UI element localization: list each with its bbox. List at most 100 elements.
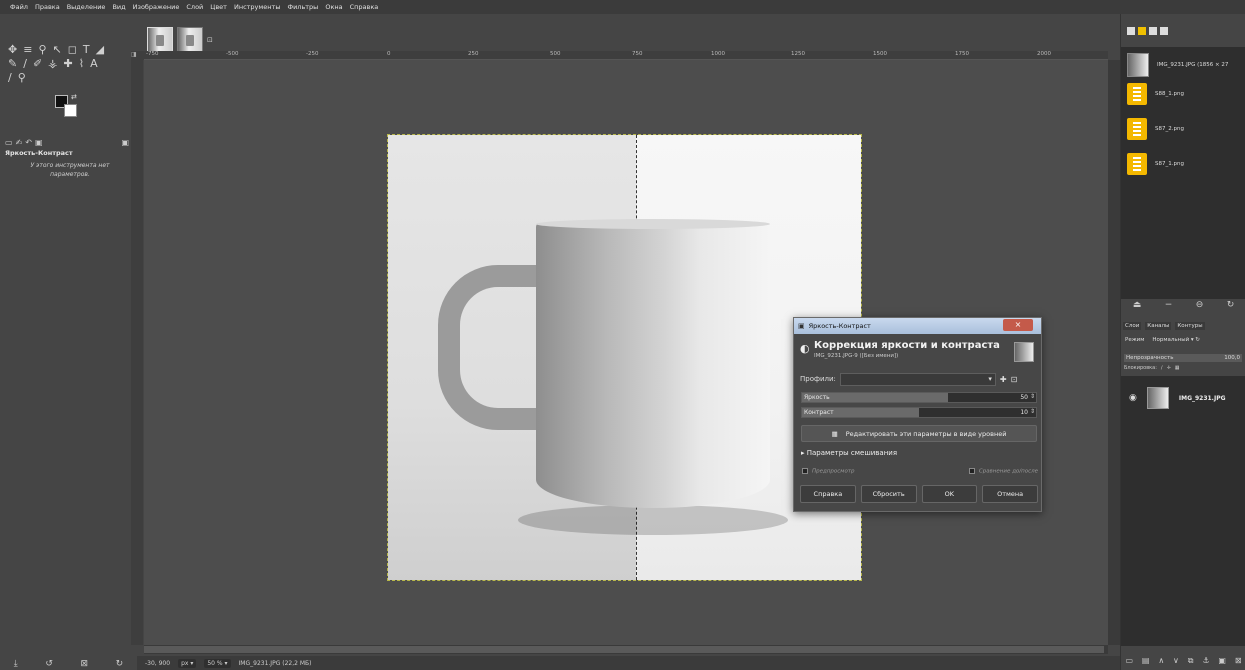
- minus-icon[interactable]: −: [1165, 300, 1173, 314]
- status-bar: -30, 900 px ▾ 50 % ▾ IMG_9231.JPG (22,2 …: [137, 656, 1120, 670]
- unit-select[interactable]: px ▾: [178, 658, 197, 668]
- blending-options-expander[interactable]: ▸ Параметры смешивания: [801, 449, 897, 457]
- image-tab[interactable]: [177, 27, 203, 53]
- ok-button[interactable]: OK: [921, 485, 978, 503]
- rect-select-icon[interactable]: ◻: [68, 44, 77, 56]
- bucket-icon[interactable]: ◢: [96, 44, 104, 56]
- reset-button[interactable]: Сбросить: [860, 485, 917, 503]
- save-options-icon[interactable]: ⤓: [14, 659, 18, 669]
- spin-arrows-icon[interactable]: ⇕: [1030, 408, 1035, 415]
- export-icon[interactable]: ⊖: [1196, 300, 1204, 314]
- clone-icon[interactable]: ⚶: [48, 58, 57, 70]
- contrast-slider[interactable]: Контраст 10 ⇕: [801, 407, 1037, 418]
- zoom-select[interactable]: 50 % ▾: [204, 658, 231, 668]
- brightness-value[interactable]: 50: [1020, 394, 1028, 401]
- tab-layers[interactable]: Слои: [1123, 322, 1142, 330]
- edit-as-levels-button[interactable]: ▦ Редактировать эти параметры в виде уро…: [801, 425, 1037, 442]
- pointer-icon[interactable]: ↖: [53, 44, 62, 56]
- raise-icon[interactable]: ⏏: [1133, 300, 1142, 314]
- text-tool-icon[interactable]: T: [83, 44, 90, 56]
- fg-bg-colors[interactable]: ⇄: [55, 93, 79, 119]
- brushes-tab-icon[interactable]: [1138, 27, 1146, 35]
- background-color[interactable]: [64, 104, 77, 117]
- vertical-scrollbar[interactable]: [1108, 60, 1120, 645]
- patterns-tab-icon[interactable]: [1149, 27, 1157, 35]
- close-button[interactable]: ×: [1003, 319, 1033, 331]
- configure-tab-icon[interactable]: ▣: [121, 138, 129, 147]
- duplicate-icon[interactable]: ⧉: [1188, 656, 1194, 670]
- menu-edit[interactable]: Правка: [35, 3, 60, 11]
- anchor-icon[interactable]: ⚓: [1202, 656, 1209, 670]
- mode-select[interactable]: Нормальный ▾ ↻: [1152, 337, 1200, 343]
- restore-options-icon[interactable]: ↺: [45, 659, 53, 669]
- images-tab-icon[interactable]: ▣: [35, 138, 43, 147]
- refresh-icon[interactable]: ↻: [1227, 300, 1235, 314]
- warp-icon[interactable]: ⌇: [79, 58, 84, 70]
- menu-windows[interactable]: Окна: [325, 3, 342, 11]
- menu-file[interactable]: Файл: [10, 3, 28, 11]
- tool-options-tab-icon[interactable]: ▭: [5, 138, 13, 147]
- tab-paths[interactable]: Контуры: [1175, 322, 1205, 330]
- airbrush-icon[interactable]: ✐: [33, 58, 42, 70]
- lock-alpha-icon[interactable]: ▦: [1175, 365, 1180, 371]
- tab-channels[interactable]: Каналы: [1145, 322, 1172, 330]
- new-group-icon[interactable]: ▤: [1142, 656, 1150, 670]
- help-button[interactable]: Справка: [800, 485, 856, 503]
- new-layer-icon[interactable]: ▭: [1125, 656, 1133, 670]
- preview-checkbox[interactable]: Предпросмотр: [802, 468, 855, 475]
- paintbrush-icon[interactable]: ✎: [8, 58, 17, 70]
- align-tool-icon[interactable]: ≡: [23, 44, 32, 56]
- opacity-slider[interactable]: Непрозрачность 100,0: [1124, 354, 1242, 362]
- dialog-titlebar[interactable]: ▣ Яркость-Контраст ×: [794, 318, 1041, 334]
- tab-menu-icon[interactable]: ⊡: [207, 36, 213, 44]
- image-tab-active[interactable]: [147, 27, 173, 53]
- profiles-select[interactable]: ▾: [839, 372, 996, 386]
- horizontal-scrollbar[interactable]: [144, 645, 1108, 654]
- add-profile-icon[interactable]: ✚: [1000, 375, 1007, 384]
- image-preview[interactable]: [387, 134, 862, 581]
- delete-options-icon[interactable]: ⊠: [81, 659, 89, 669]
- cancel-button[interactable]: Отмена: [982, 485, 1038, 503]
- profile-menu-icon[interactable]: ⊡: [1011, 375, 1018, 384]
- brightness-slider[interactable]: Яркость 50 ⇕: [801, 392, 1037, 403]
- path-tool-icon[interactable]: ∕: [8, 72, 12, 84]
- pencil-icon[interactable]: ∕: [23, 58, 27, 70]
- image-list-item[interactable]: S87_2.png: [1127, 118, 1184, 140]
- spin-arrows-icon[interactable]: ⇕: [1030, 393, 1035, 400]
- lock-pixels-icon[interactable]: ∕: [1161, 365, 1163, 371]
- device-status-icon[interactable]: ✍: [16, 138, 23, 147]
- move-tool-icon[interactable]: ✥: [8, 44, 17, 56]
- zoom-tool-icon[interactable]: ⚲: [18, 72, 26, 84]
- contrast-value[interactable]: 10: [1020, 409, 1028, 416]
- mask-icon[interactable]: ▣: [1218, 656, 1226, 670]
- menu-tools[interactable]: Инструменты: [234, 3, 281, 11]
- image-list-item[interactable]: S88_1.png: [1127, 83, 1184, 105]
- reset-options-icon[interactable]: ↻: [116, 659, 124, 669]
- text-a-icon[interactable]: A: [90, 58, 98, 70]
- image-list-item[interactable]: S87_1.png: [1127, 153, 1184, 175]
- undo-history-icon[interactable]: ↶: [25, 138, 32, 147]
- raise-layer-icon[interactable]: ∧: [1158, 656, 1164, 670]
- menu-layer[interactable]: Слой: [186, 3, 203, 11]
- layer-row[interactable]: ◉ IMG_9231.JPG: [1121, 384, 1245, 412]
- eye-icon[interactable]: ◉: [1129, 393, 1137, 403]
- split-view-checkbox[interactable]: Сравнение до/после: [968, 468, 1038, 475]
- delete-layer-icon[interactable]: ⊠: [1235, 656, 1242, 670]
- menu-image[interactable]: Изображение: [133, 3, 180, 11]
- free-select-icon[interactable]: ⚲: [38, 44, 46, 56]
- ruler-corner[interactable]: ◨: [131, 51, 144, 60]
- lock-position-icon[interactable]: ✛: [1167, 365, 1171, 371]
- heal-icon[interactable]: ✚: [64, 58, 73, 70]
- menu-help[interactable]: Справка: [350, 3, 379, 11]
- fonts-tab-icon[interactable]: [1160, 27, 1168, 35]
- menu-view[interactable]: Вид: [112, 3, 125, 11]
- menu-colors[interactable]: Цвет: [210, 3, 227, 11]
- image-list-item[interactable]: IMG_9231.JPG (1856 × 27: [1127, 53, 1228, 77]
- swap-colors-icon[interactable]: ⇄: [71, 93, 77, 101]
- menu-filters[interactable]: Фильтры: [287, 3, 318, 11]
- menu-select[interactable]: Выделение: [67, 3, 106, 11]
- zoom-value: 50 %: [207, 659, 223, 667]
- images-tab-icon[interactable]: [1127, 27, 1135, 35]
- scrollbar-thumb[interactable]: [144, 646, 1104, 653]
- lower-layer-icon[interactable]: ∨: [1173, 656, 1179, 670]
